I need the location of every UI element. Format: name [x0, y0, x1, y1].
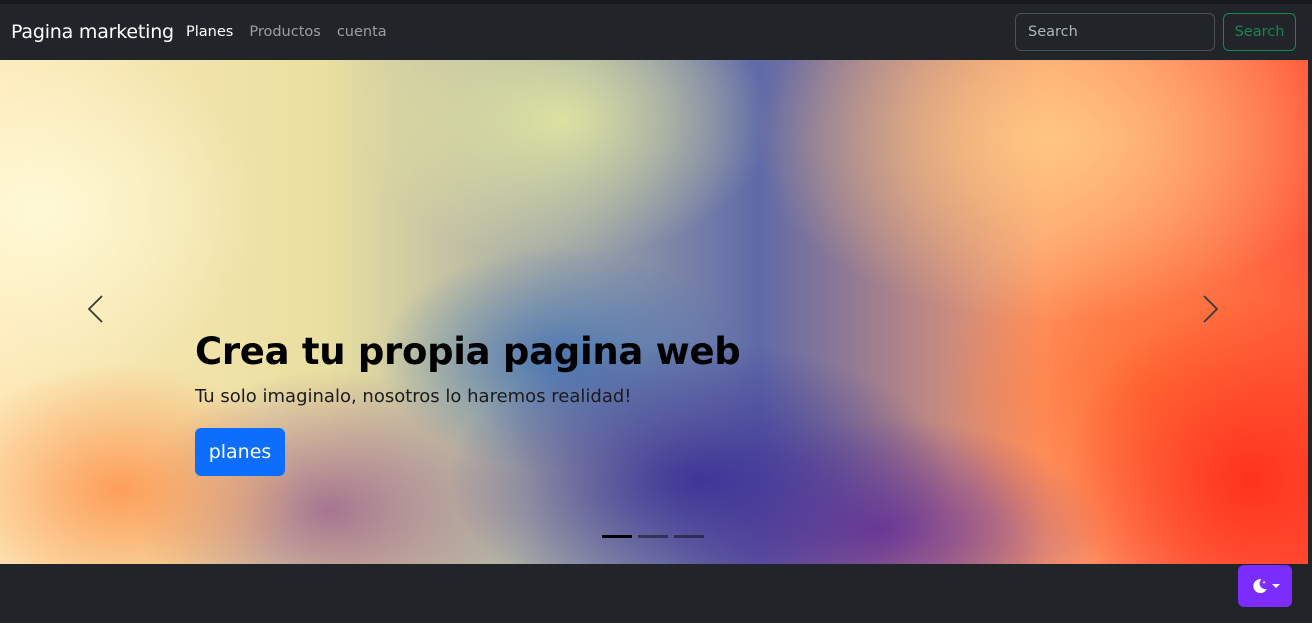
carousel-next-button[interactable] [1190, 294, 1230, 334]
search-button[interactable]: Search [1223, 13, 1296, 51]
navbar: Pagina marketing Planes Productos cuenta… [0, 4, 1312, 60]
nav-links: Planes Productos cuenta [186, 24, 387, 40]
moon-stars-icon [1252, 579, 1267, 594]
navbar-brand[interactable]: Pagina marketing [11, 21, 174, 43]
carousel-prev-button[interactable] [76, 294, 116, 334]
carousel-indicator-3[interactable] [674, 535, 704, 538]
nav-link-planes[interactable]: Planes [186, 24, 233, 40]
carousel-indicator-2[interactable] [638, 535, 668, 538]
carousel-caption-title: Crea tu propia pagina web [195, 330, 741, 373]
chevron-left-icon [87, 295, 103, 323]
theme-toggle-button[interactable] [1238, 565, 1292, 607]
nav-link-productos[interactable]: Productos [249, 24, 320, 40]
nav-link-cuenta[interactable]: cuenta [337, 24, 387, 40]
carousel-caption-subtitle: Tu solo imaginalo, nosotros lo haremos r… [195, 386, 632, 407]
planes-button[interactable]: planes [195, 428, 285, 476]
hero-carousel: Crea tu propia pagina web Tu solo imagin… [0, 60, 1308, 564]
carousel-indicators [602, 535, 704, 538]
caret-down-icon [1271, 584, 1280, 588]
chevron-right-icon [1203, 295, 1219, 323]
carousel-indicator-1[interactable] [602, 535, 632, 538]
search-input[interactable] [1015, 13, 1215, 51]
